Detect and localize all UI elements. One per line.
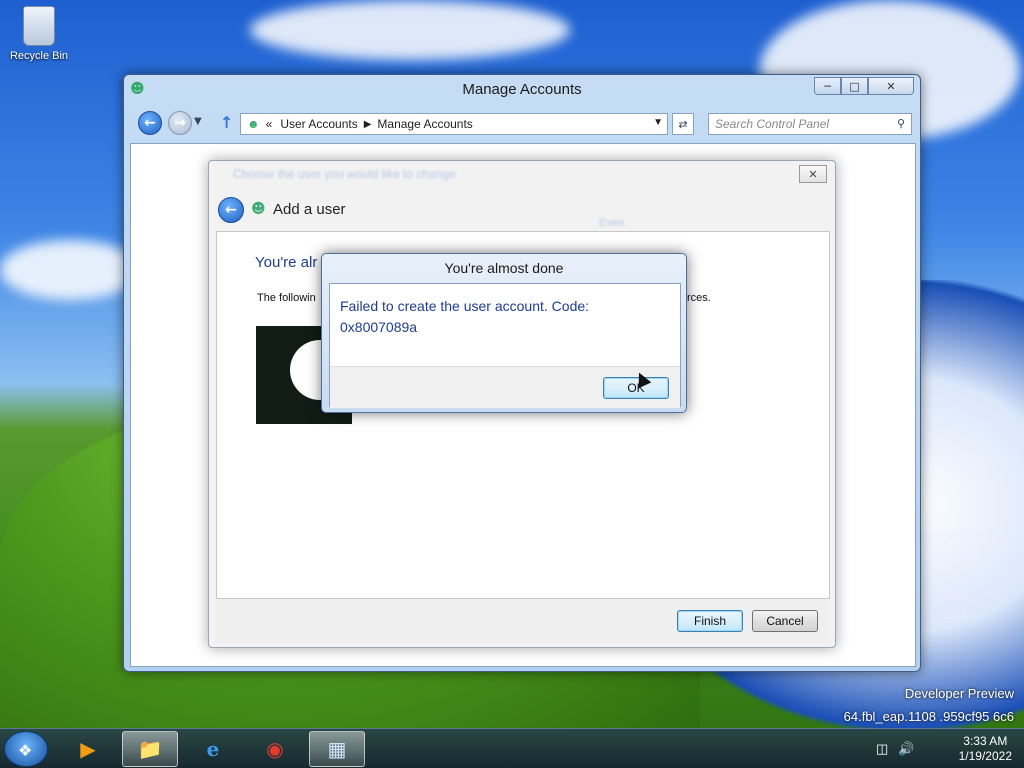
taskbar-internet-explorer[interactable]: e — [185, 731, 241, 767]
users-icon: ☻ — [251, 201, 266, 217]
recent-pages-dropdown-icon[interactable]: ▼ — [194, 116, 202, 127]
media-player-icon: ▶ — [80, 737, 96, 761]
search-icon[interactable]: ⚲ — [897, 117, 905, 130]
volume-icon[interactable]: 🔊 — [898, 741, 914, 757]
maximize-button[interactable]: □ — [841, 77, 868, 95]
desktop-icon-recycle-bin[interactable]: Recycle Bin — [6, 6, 72, 62]
up-arrow-icon[interactable]: ↑ — [220, 113, 233, 132]
watermark-build-string: 64.fbl_eap.1108 .959cf95 6c6 — [843, 709, 1014, 724]
taskbar-control-panel[interactable]: ▦ — [309, 731, 365, 767]
taskbar: ❖ ▶ 📁 e ◉ ▦ ◫ 🔊 3:33 AM 1/19/2022 — [0, 728, 1024, 768]
window-titlebar[interactable]: ☻ Manage Accounts ─ □ ✕ — [124, 75, 920, 105]
dialog-footer: OK — [330, 366, 680, 408]
taskbar-chrome[interactable]: ◉ — [247, 731, 303, 767]
navigation-bar: ← → ▼ ↑ ☻ « User Accounts ▶ Manage Accou… — [136, 109, 916, 137]
folder-icon: 📁 — [137, 737, 163, 761]
finish-button[interactable]: Finish — [677, 610, 743, 632]
wizard-back-button[interactable]: ← — [218, 197, 244, 223]
chrome-icon: ◉ — [266, 737, 284, 761]
taskbar-media-player[interactable]: ▶ — [60, 731, 116, 767]
windows-logo-icon: ❖ — [18, 741, 33, 760]
background-ghost-text: Choose the user you would like to change — [233, 167, 456, 181]
network-icon[interactable]: ◫ — [876, 741, 888, 757]
watermark-text: cluding — [933, 546, 978, 562]
recycle-bin-label: Recycle Bin — [9, 50, 69, 62]
wizard-close-button[interactable]: ✕ — [799, 165, 827, 183]
dialog-content: Failed to create the user account. Code:… — [329, 283, 681, 408]
clock[interactable]: 3:33 AM 1/19/2022 — [959, 734, 1012, 764]
back-button[interactable]: ← — [138, 111, 162, 135]
control-panel-icon: ☻ — [247, 117, 260, 131]
internet-explorer-icon: e — [206, 737, 220, 761]
taskbar-file-explorer[interactable]: 📁 — [122, 731, 178, 767]
wizard-title: Add a user — [273, 201, 346, 218]
search-placeholder: Search Control Panel — [715, 117, 830, 131]
forward-button[interactable]: → — [168, 111, 192, 135]
window-title: Manage Accounts — [462, 81, 582, 98]
wizard-footer: Finish Cancel — [216, 599, 830, 643]
clock-time: 3:33 AM — [963, 734, 1008, 748]
watermark-text: manner may — [922, 526, 1000, 542]
background-ghost-text: Even — [599, 217, 625, 229]
minimize-button[interactable]: ─ — [814, 77, 841, 95]
close-button[interactable]: ✕ — [868, 77, 914, 95]
system-tray: ◫ 🔊 3:33 AM 1/19/2022 — [876, 733, 1016, 765]
error-message: Failed to create the user account. Code:… — [340, 298, 590, 335]
search-input[interactable]: Search Control Panel ⚲ — [708, 113, 912, 135]
watermark-text: nt or — [937, 586, 966, 602]
wizard-description: The followin — [257, 292, 316, 304]
watermark-text: ept — [928, 566, 948, 582]
refresh-button[interactable]: ⇄ — [672, 113, 694, 135]
recycle-bin-icon — [23, 6, 55, 46]
cancel-button[interactable]: Cancel — [752, 610, 818, 632]
dialog-title: You're almost done — [444, 260, 564, 276]
wizard-heading: You're alr — [255, 254, 318, 271]
breadcrumb-separator-icon[interactable]: ▶ — [364, 119, 372, 130]
caption-buttons: ─ □ ✕ — [814, 77, 914, 95]
address-bar[interactable]: ☻ « User Accounts ▶ Manage Accounts ▼ — [240, 113, 668, 135]
breadcrumb-manage-accounts[interactable]: Manage Accounts — [377, 117, 472, 131]
wallpaper-cloud — [0, 240, 140, 300]
watermark-text: ), and — [930, 606, 966, 622]
wizard-description-tail: rces. — [687, 292, 711, 304]
control-panel-icon: ▦ — [327, 737, 347, 761]
clock-date: 1/19/2022 — [958, 749, 1012, 763]
breadcrumb-prefix: « — [265, 117, 273, 131]
breadcrumb-user-accounts[interactable]: User Accounts — [280, 117, 357, 131]
start-button[interactable]: ❖ — [4, 731, 48, 767]
address-dropdown-icon[interactable]: ▼ — [653, 117, 663, 128]
wallpaper-cloud — [250, 0, 570, 60]
error-dialog: You're almost done Failed to create the … — [321, 253, 687, 413]
watermark-build-label: Developer Preview — [904, 686, 1014, 701]
